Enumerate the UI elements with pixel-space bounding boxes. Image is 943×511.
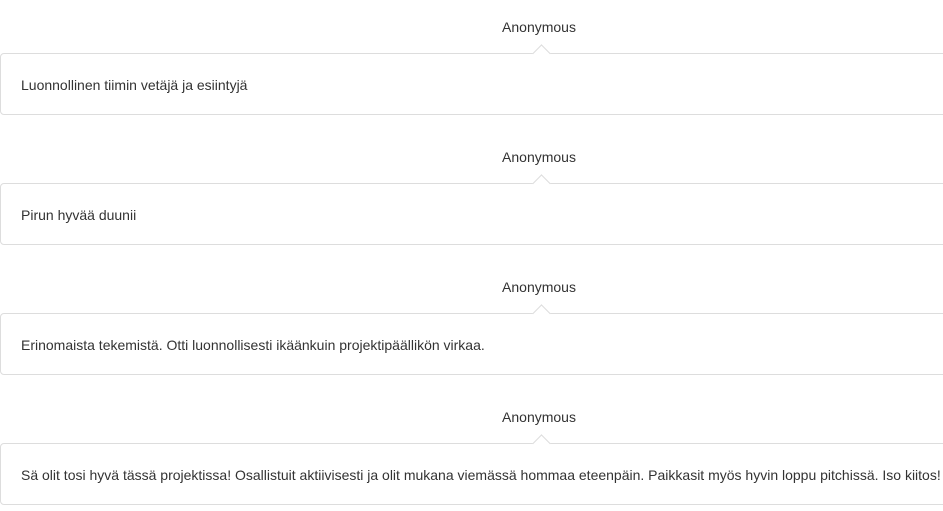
feedback-item: Anonymous Erinomaista tekemistä. Otti lu… [0, 260, 943, 390]
bubble-pointer [532, 44, 551, 63]
feedback-text: Sä olit tosi hyvä tässä projektissa! Osa… [21, 467, 941, 483]
feedback-text: Luonnollinen tiimin vetäjä ja esiintyjä [21, 77, 248, 93]
feedback-bubble: Sä olit tosi hyvä tässä projektissa! Osa… [0, 434, 943, 505]
bubble-pointer [532, 174, 551, 193]
feedback-text: Pirun hyvää duunii [21, 207, 137, 223]
feedback-bubble: Luonnollinen tiimin vetäjä ja esiintyjä [0, 44, 943, 115]
feedback-list: Anonymous Luonnollinen tiimin vetäjä ja … [0, 0, 943, 511]
feedback-bubble: Erinomaista tekemistä. Otti luonnollises… [0, 304, 943, 375]
feedback-author: Anonymous [502, 19, 576, 35]
feedback-item: Anonymous Sä olit tosi hyvä tässä projek… [0, 390, 943, 511]
feedback-bubble: Pirun hyvää duunii [0, 174, 943, 245]
feedback-item: Anonymous Pirun hyvää duunii [0, 130, 943, 260]
bubble-pointer [532, 304, 551, 323]
bubble-pointer [532, 434, 551, 453]
feedback-author: Anonymous [502, 279, 576, 295]
feedback-text: Erinomaista tekemistä. Otti luonnollises… [21, 337, 485, 353]
feedback-author: Anonymous [502, 409, 576, 425]
feedback-author: Anonymous [502, 149, 576, 165]
feedback-item: Anonymous Luonnollinen tiimin vetäjä ja … [0, 0, 943, 130]
